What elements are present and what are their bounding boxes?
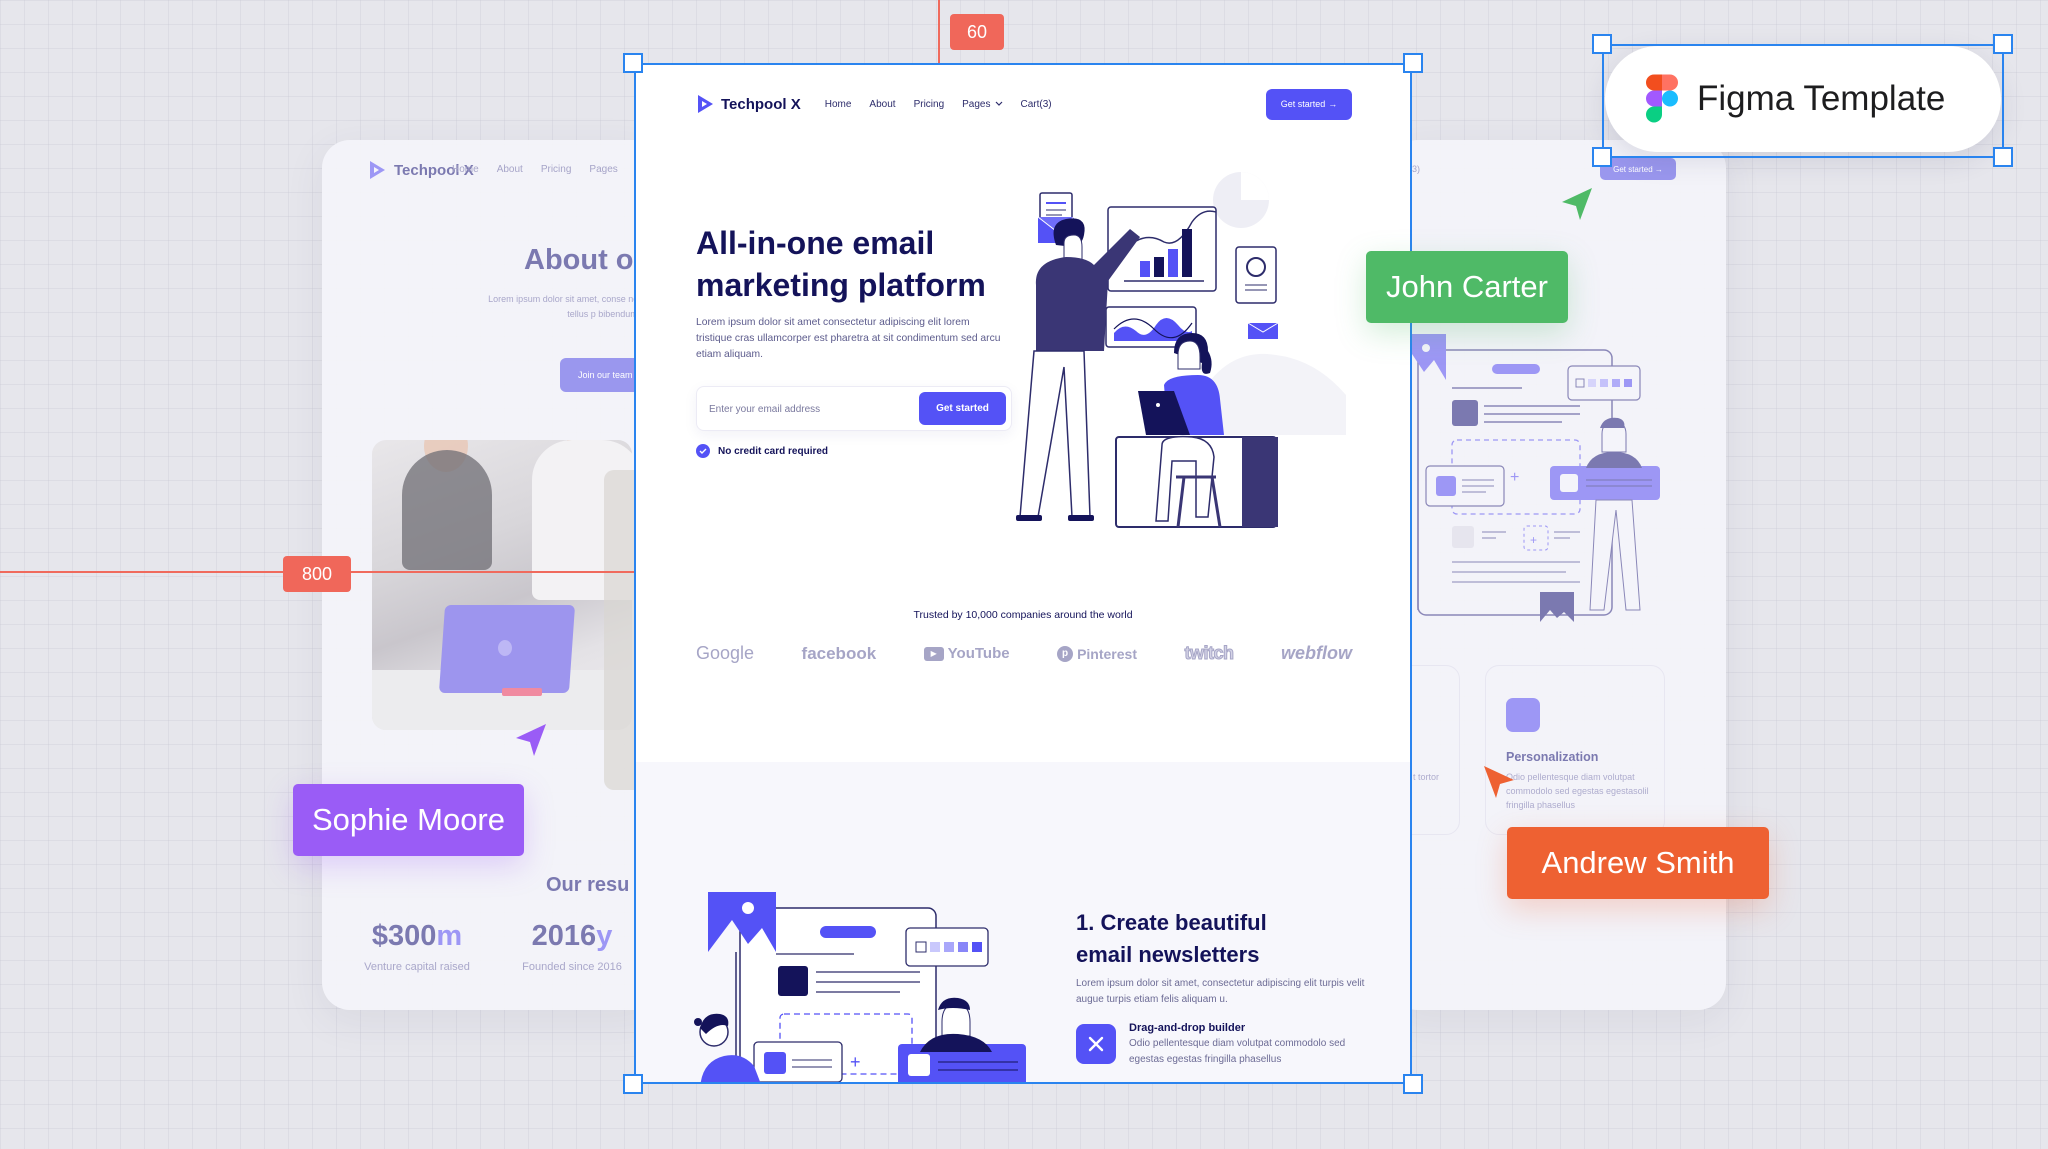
no-credit-card-text: No credit card required: [718, 445, 829, 457]
bg-right-nav-fragment: 3): [1412, 164, 1421, 174]
logo-pinterest-text: Pinterest: [1077, 645, 1137, 662]
partner-logos: Google facebook ▶ YouTube p Pinterest tw…: [696, 643, 1352, 664]
brand-logo[interactable]: Techpool X: [696, 94, 801, 114]
hero-description: Lorem ipsum dolor sit amet consectetur a…: [696, 317, 1001, 360]
brand-name: Techpool X: [721, 95, 801, 113]
bg-left-nav-home[interactable]: Home: [452, 164, 479, 175]
feature-drag-drop: Drag-and-drop builder Odio pellentesque …: [1076, 1022, 1369, 1068]
selected-frame-homepage[interactable]: Techpool X Home About Pricing Pages Cart…: [634, 63, 1412, 1084]
play-logo-icon: [698, 95, 713, 113]
ruler-vertical-guide: [938, 0, 940, 63]
chevron-down-icon: [995, 101, 1002, 106]
badge-handle-top-left[interactable]: [1592, 34, 1612, 54]
pen-tool-icon: [1076, 1024, 1116, 1064]
figma-badge-selection: [1602, 44, 2004, 158]
logo-pinterest: p Pinterest: [1057, 645, 1137, 662]
collaborator-tag-sophie: Sophie Moore: [293, 784, 524, 856]
nav-pages[interactable]: Pages: [962, 99, 1002, 110]
background-page-about: Techpool X Home About Pricing Pages Abou…: [322, 140, 662, 1010]
nav-get-started-button[interactable]: Get started →: [1266, 88, 1352, 120]
nav-get-started-label: Get started: [1280, 99, 1326, 109]
nav-pricing[interactable]: Pricing: [914, 99, 945, 110]
play-logo-icon: [370, 161, 385, 179]
cursor-andrew-icon: [1484, 766, 1514, 798]
hero-get-started-button[interactable]: Get started: [919, 392, 1006, 425]
logo-youtube-text: YouTube: [947, 645, 1010, 662]
logo-google: Google: [696, 643, 755, 663]
email-signup-form: Get started: [696, 386, 1012, 431]
bg-left-nav-pricing[interactable]: Pricing: [541, 164, 572, 175]
nav-links: Home About Pricing Pages Cart(3): [825, 99, 1052, 110]
resize-handle-top-left[interactable]: [623, 53, 643, 73]
hero-illustration: [1016, 172, 1346, 528]
bg-left-nav: Home About Pricing Pages: [452, 164, 618, 175]
builder-illustration: + +: [1400, 334, 1660, 622]
nav-home[interactable]: Home: [825, 99, 852, 110]
feature-section-description: Lorem ipsum dolor sit amet, consectetur …: [1076, 978, 1365, 1005]
logo-facebook: facebook: [801, 643, 877, 663]
bg-feature-card-personalization: Personalization Odio pellentesque diam v…: [1485, 665, 1665, 835]
stat-funding: $300m Venture capital raised: [364, 920, 470, 973]
badge-handle-bottom-right[interactable]: [1993, 147, 2013, 167]
logo-twitch: twitch: [1184, 643, 1235, 664]
main-navbar: Techpool X Home About Pricing Pages Cart…: [696, 87, 1352, 121]
newsletter-builder-illustration: +: [694, 892, 1026, 1082]
bg-left-nav-about[interactable]: About: [497, 164, 523, 175]
cursor-sophie-icon: [516, 724, 546, 756]
feature-drag-drop-description: Odio pellentesque diam volutpat commodol…: [1129, 1038, 1346, 1065]
feature-drag-drop-title: Drag-and-drop builder: [1129, 1022, 1246, 1034]
trusted-by-text: Trusted by 10,000 companies around the w…: [913, 609, 1133, 621]
feature-section: + 1. Create beautiful email newsletters …: [636, 762, 1410, 1082]
pinterest-icon: p: [1057, 645, 1074, 662]
logo-webflow: webflow: [1280, 643, 1352, 663]
svg-text:+: +: [1510, 469, 1519, 486]
personalization-icon: [1506, 698, 1540, 732]
bg-left-title: About o: [524, 244, 634, 276]
badge-handle-bottom-left[interactable]: [1592, 147, 1612, 167]
svg-text:+: +: [1530, 533, 1537, 547]
cursor-john-icon: [1562, 188, 1592, 220]
team-photo: [372, 440, 632, 730]
ruler-top-badge: 60: [950, 14, 1004, 50]
apple-logo-icon: [498, 640, 512, 656]
logo-youtube: ▶ YouTube: [923, 645, 1010, 662]
collaborator-tag-john: John Carter: [1366, 251, 1568, 323]
nav-pages-label: Pages: [962, 98, 991, 110]
youtube-play-icon: ▶: [923, 646, 944, 661]
resize-handle-bottom-right[interactable]: [1403, 1074, 1423, 1094]
check-circle-icon: [696, 444, 710, 458]
bg-left-nav-pages[interactable]: Pages: [589, 164, 617, 175]
stat-founded: 2016y Founded since 2016: [522, 920, 622, 973]
resize-handle-top-right[interactable]: [1403, 53, 1423, 73]
personalization-text: Odio pellentesque diam volutpat commodol…: [1506, 772, 1649, 810]
nav-about[interactable]: About: [869, 99, 895, 110]
ruler-left-badge: 800: [283, 556, 351, 592]
resize-handle-bottom-left[interactable]: [623, 1074, 643, 1094]
badge-handle-top-right[interactable]: [1993, 34, 2013, 54]
feature-section-title: 1. Create beautiful email newsletters: [1076, 910, 1267, 967]
collaborator-tag-andrew: Andrew Smith: [1507, 827, 1769, 899]
svg-text:+: +: [850, 1052, 861, 1072]
no-credit-card-note: No credit card required: [696, 444, 828, 458]
hero-title: All-in-one email marketing platform: [696, 225, 986, 303]
email-input[interactable]: [709, 397, 909, 421]
nav-cart[interactable]: Cart(3): [1021, 99, 1052, 110]
results-title: Our resu: [546, 874, 630, 896]
arrow-right-icon: →: [1328, 99, 1338, 109]
